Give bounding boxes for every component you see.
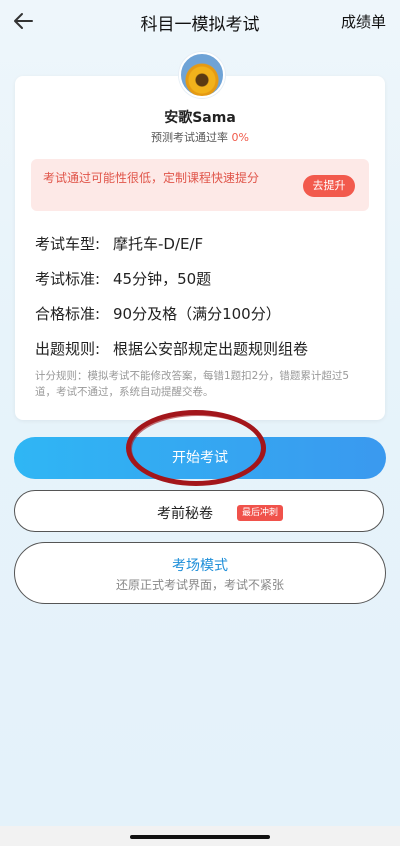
info-label: 考试车型: bbox=[35, 235, 101, 253]
improvement-banner[interactable]: 考试通过可能性很低，定制课程快速提分 去提升 bbox=[31, 159, 369, 211]
info-row-pass: 合格标准: 90分及格（满分100分） bbox=[35, 303, 281, 324]
avatar bbox=[179, 52, 225, 98]
improvement-text: 考试通过可能性很低，定制课程快速提分 bbox=[43, 171, 260, 185]
info-row-standard: 考试标准: 45分钟，50题 bbox=[35, 268, 211, 289]
info-label: 考试标准: bbox=[35, 270, 101, 288]
info-row-vehicle: 考试车型: 摩托车-D/E/F bbox=[35, 233, 203, 254]
final-sprint-badge: 最后冲刺 bbox=[237, 505, 284, 521]
pass-rate-value: 0% bbox=[231, 131, 249, 144]
info-row-rules: 出题规则: 根据公安部规定出题规则组卷 bbox=[35, 338, 308, 359]
exam-room-mode-button[interactable]: 考场模式 还原正式考试界面，考试不紧张 bbox=[14, 542, 386, 604]
scoring-note: 计分规则：模拟考试不能修改答案，每错1题扣2分，错题累计超过5道，考试不通过，系… bbox=[35, 370, 350, 398]
info-label: 出题规则: bbox=[35, 340, 101, 358]
exam-room-mode-subtitle: 还原正式考试界面，考试不紧张 bbox=[115, 578, 284, 592]
info-value: 90分及格（满分100分） bbox=[113, 305, 281, 323]
user-name: 安歌Sama bbox=[164, 110, 236, 126]
info-label: 合格标准: bbox=[35, 305, 101, 323]
home-indicator[interactable] bbox=[130, 835, 270, 839]
exam-room-mode-title: 考场模式 bbox=[172, 558, 228, 574]
scores-button[interactable]: 成绩单 bbox=[341, 11, 386, 32]
info-value: 摩托车-D/E/F bbox=[113, 235, 204, 253]
secret-paper-label: 考前秘卷 bbox=[157, 506, 213, 522]
pass-rate: 预测考试通过率 0% bbox=[0, 129, 400, 145]
top-bar: 科目一模拟考试 成绩单 bbox=[0, 0, 400, 44]
secret-paper-button[interactable]: 考前秘卷 最后冲刺 bbox=[14, 490, 384, 532]
annotation-circle-inner bbox=[130, 414, 266, 484]
info-value: 根据公安部规定出题规则组卷 bbox=[113, 340, 309, 358]
info-value: 45分钟，50题 bbox=[113, 270, 212, 288]
pass-rate-label: 预测考试通过率 bbox=[151, 131, 229, 144]
improve-button[interactable]: 去提升 bbox=[303, 175, 355, 197]
